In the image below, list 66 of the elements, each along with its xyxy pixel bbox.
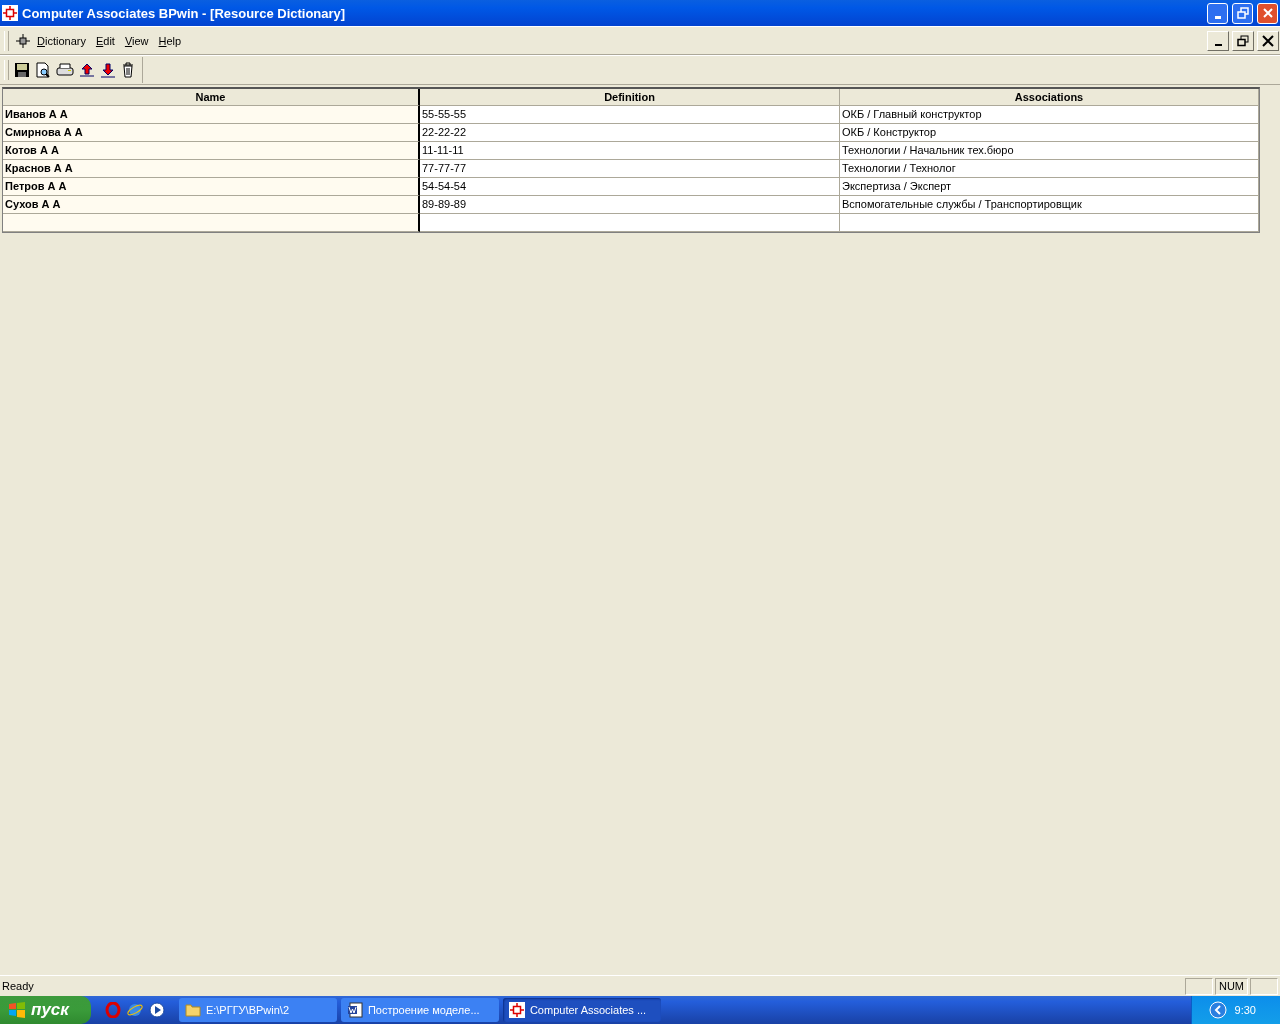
delete-button[interactable] bbox=[120, 61, 136, 79]
column-header[interactable]: Associations bbox=[840, 89, 1259, 106]
chevron-left-icon[interactable] bbox=[1208, 1001, 1227, 1019]
minimize-icon bbox=[1214, 44, 1222, 46]
app-icon bbox=[508, 1002, 525, 1018]
table-cell: Котов А А bbox=[3, 142, 420, 160]
table-cell: Технологии / Технолог bbox=[840, 160, 1259, 178]
document-window-icon bbox=[15, 32, 31, 49]
trash-can-icon bbox=[121, 62, 135, 78]
restore-icon bbox=[1237, 34, 1249, 47]
media-player-icon[interactable] bbox=[148, 1002, 165, 1018]
printer-icon bbox=[56, 62, 74, 78]
windows-flag-icon bbox=[8, 1002, 26, 1018]
status-message: Ready bbox=[1, 980, 35, 992]
column-header[interactable]: Name bbox=[3, 89, 420, 106]
minimize-icon bbox=[1214, 15, 1221, 19]
table-cell: ОКБ / Главный конструктор bbox=[840, 106, 1259, 124]
save-button[interactable] bbox=[13, 61, 31, 79]
status-panel bbox=[1250, 977, 1278, 995]
window-title: Computer Associates BPwin - [Resource Dictionary] bbox=[22, 5, 347, 21]
import-button[interactable] bbox=[78, 61, 96, 79]
menu-item[interactable]: Edit bbox=[91, 32, 119, 49]
table-cell: ОКБ / Конструктор bbox=[840, 124, 1259, 142]
print-button[interactable] bbox=[55, 61, 75, 79]
menu-item[interactable]: View bbox=[120, 32, 153, 49]
column-header[interactable]: Definition bbox=[420, 89, 840, 106]
table-cell: Петров А А bbox=[3, 178, 420, 196]
document-icon bbox=[346, 1002, 363, 1018]
restore-icon bbox=[1236, 7, 1249, 19]
table-cell: 11-11-11 bbox=[420, 142, 840, 160]
menu-item[interactable]: Dictionary bbox=[33, 32, 90, 49]
status-indicator: NUM bbox=[1214, 977, 1248, 995]
minimize-button[interactable] bbox=[1207, 30, 1229, 51]
start-button[interactable]: пуск bbox=[0, 996, 91, 1024]
empty-table-cell[interactable] bbox=[3, 214, 420, 232]
table-cell: Иванов А А bbox=[3, 106, 420, 124]
taskbar-button[interactable]: Computer Associates ... bbox=[502, 998, 661, 1022]
empty-table-cell[interactable] bbox=[840, 214, 1259, 232]
clock: 9:30 bbox=[1234, 1004, 1256, 1016]
taskbar-button[interactable]: Построение моделе... bbox=[340, 998, 499, 1022]
up-arrow-icon bbox=[79, 62, 95, 78]
table-cell: Технологии / Начальник тех.бюро bbox=[840, 142, 1259, 160]
table-cell: 22-22-22 bbox=[420, 124, 840, 142]
table-cell: Краснов А А bbox=[3, 160, 420, 178]
close-button[interactable] bbox=[1257, 30, 1279, 51]
table-cell: Экспертиза / Эксперт bbox=[840, 178, 1259, 196]
globe-e-icon[interactable] bbox=[126, 1002, 143, 1018]
table-cell: Вспомогательные службы / Транспортировщик bbox=[840, 196, 1259, 214]
close-icon bbox=[1262, 34, 1274, 47]
print-preview-button[interactable] bbox=[34, 61, 52, 79]
table-cell: Сухов А А bbox=[3, 196, 420, 214]
magnifier-page-icon bbox=[35, 62, 51, 78]
app-icon bbox=[2, 5, 18, 21]
taskbar-button[interactable]: E:\РГГУ\BPwin\2 bbox=[178, 998, 337, 1022]
export-button[interactable] bbox=[99, 61, 117, 79]
menu-item[interactable]: Help bbox=[154, 32, 186, 49]
table-cell: 55-55-55 bbox=[420, 106, 840, 124]
table-cell: 89-89-89 bbox=[420, 196, 840, 214]
down-arrow-icon bbox=[100, 62, 116, 78]
restore-button[interactable] bbox=[1232, 30, 1254, 51]
table-cell: 54-54-54 bbox=[420, 178, 840, 196]
status-panel bbox=[1184, 977, 1213, 995]
folder-icon bbox=[184, 1003, 201, 1017]
table-cell: 77-77-77 bbox=[420, 160, 840, 178]
close-icon bbox=[1261, 7, 1274, 19]
table-cell: Смирнова А А bbox=[3, 124, 420, 142]
